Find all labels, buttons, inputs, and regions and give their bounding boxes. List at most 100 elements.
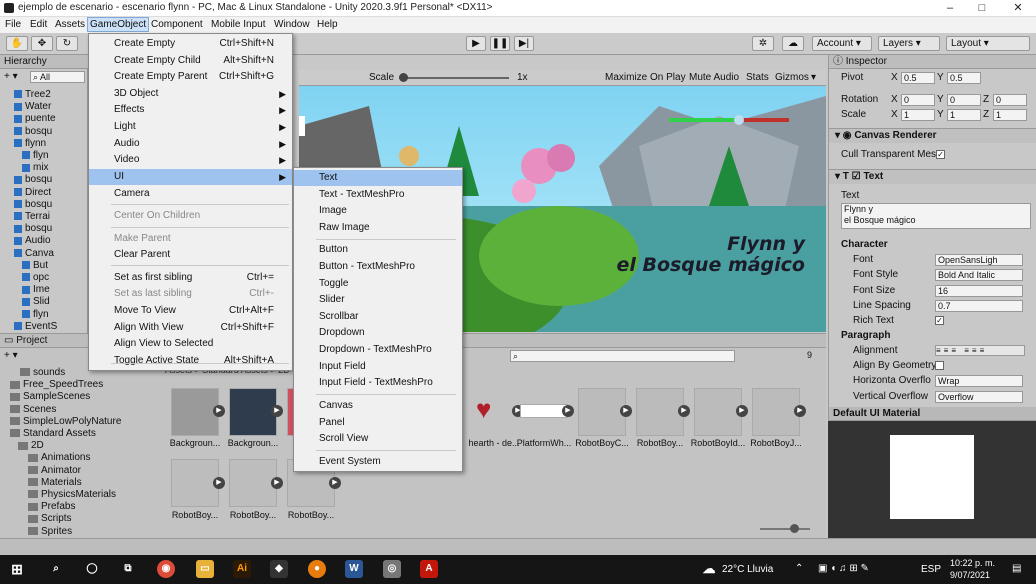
menu-item[interactable]: Effects ▶ xyxy=(89,102,292,118)
ui-menu-item[interactable]: Input Field - TextMeshPro xyxy=(294,375,462,391)
inspector-tab[interactable]: ⓘ Inspector xyxy=(829,55,1036,69)
ui-menu-item[interactable]: Button xyxy=(294,242,462,258)
clock-date[interactable]: 9/07/2021 xyxy=(950,570,990,580)
alignbygeom-checkbox[interactable] xyxy=(935,361,944,370)
cull-checkbox[interactable]: ✓ xyxy=(936,150,945,159)
hand-tool-icon[interactable]: ✋ xyxy=(6,36,28,51)
tray-chevron-icon[interactable]: ⌃ xyxy=(795,563,803,574)
gizmos-toggle[interactable]: Gizmos xyxy=(775,72,809,83)
project-tree-item[interactable]: PhysicsMaterials xyxy=(28,489,116,501)
ui-menu-item[interactable]: Raw Image xyxy=(294,220,462,236)
pivot-x-field[interactable]: 0.5 xyxy=(901,72,935,84)
menu-item[interactable]: Center On Children xyxy=(89,208,292,224)
play-icon[interactable]: ▶ xyxy=(466,36,486,51)
scale-slider-handle[interactable] xyxy=(399,73,408,82)
hierarchy-item[interactable]: puente xyxy=(0,113,88,125)
zoom-slider-handle[interactable] xyxy=(790,524,799,533)
menu-item[interactable]: Create Empty Child Alt+Shift+N xyxy=(89,53,292,69)
project-tree-item[interactable]: SampleScenes xyxy=(10,391,90,403)
language-indicator[interactable]: ESP xyxy=(921,564,941,575)
maximize-button[interactable]: □ xyxy=(972,1,992,15)
layers-dropdown[interactable]: Layers ▾ xyxy=(878,36,940,51)
gizmos-dropdown-icon[interactable]: ▾ xyxy=(811,72,816,83)
menu-item[interactable]: UI ▶ xyxy=(89,169,292,185)
hierarchy-item[interactable]: Ime xyxy=(0,284,88,296)
menu-gameobject[interactable]: GameObject xyxy=(87,17,150,32)
word-icon[interactable]: W xyxy=(345,560,363,578)
ui-menu-item[interactable]: Toggle xyxy=(294,276,462,292)
hierarchy-item[interactable]: flyn xyxy=(0,309,88,321)
weather-text[interactable]: 22°C Lluvia xyxy=(722,564,773,575)
windows-start-icon[interactable]: ⊞ xyxy=(8,560,26,578)
ui-menu-item[interactable]: Button - TextMeshPro xyxy=(294,259,462,275)
hierarchy-tab[interactable]: Hierarchy xyxy=(0,55,88,69)
hierarchy-item[interactable]: mix xyxy=(0,162,88,174)
project-tree-item[interactable]: Free_SpeedTrees xyxy=(10,379,103,391)
scale-x-field[interactable]: 1 xyxy=(901,109,935,121)
hierarchy-item[interactable]: opc xyxy=(0,272,88,284)
linespacing-field[interactable]: 0.7 xyxy=(935,300,1023,312)
project-tree-item[interactable]: Prefabs xyxy=(28,501,75,513)
hierarchy-item[interactable]: bosqu xyxy=(0,126,88,138)
hierarchy-item[interactable]: bosqu xyxy=(0,199,88,211)
ui-menu-item[interactable]: Dropdown xyxy=(294,325,462,341)
ui-menu-item[interactable]: Text xyxy=(294,170,462,186)
weather-icon[interactable]: ☁ xyxy=(700,560,718,578)
hierarchy-item[interactable]: Slid xyxy=(0,296,88,308)
menu-item[interactable]: Set as last sibling Ctrl+- xyxy=(89,286,292,302)
asset-thumbnail[interactable] xyxy=(171,388,219,436)
hierarchy-item[interactable]: bosqu xyxy=(0,223,88,235)
asset-thumbnail[interactable] xyxy=(171,459,219,507)
menu-component[interactable]: Component xyxy=(151,19,203,30)
menu-item[interactable]: Align View to Selected xyxy=(89,336,292,352)
ui-menu-item[interactable]: Image xyxy=(294,203,462,219)
menu-item[interactable]: Camera xyxy=(89,186,292,202)
project-tree-item[interactable]: 2D xyxy=(18,440,44,452)
horiz-overflow-dropdown[interactable]: Wrap xyxy=(935,375,1023,387)
project-tree-item[interactable]: SimpleLowPolyNature xyxy=(10,416,121,428)
expand-play-icon[interactable]: ▶ xyxy=(562,405,574,417)
mute-audio-toggle[interactable]: Mute Audio xyxy=(689,72,739,83)
asset-thumbnail[interactable] xyxy=(694,388,742,436)
menu-item[interactable]: Create Empty Parent Ctrl+Shift+G xyxy=(89,69,292,85)
expand-play-icon[interactable]: ▶ xyxy=(794,405,806,417)
menu-item[interactable]: Create Empty Ctrl+Shift+N xyxy=(89,36,292,52)
acrobat-icon[interactable]: A xyxy=(420,560,438,578)
step-icon[interactable]: ▶| xyxy=(514,36,534,51)
pivot-y-field[interactable]: 0.5 xyxy=(947,72,981,84)
chrome-icon[interactable]: ◉ xyxy=(157,560,175,578)
hierarchy-item[interactable]: bosqu xyxy=(0,174,88,186)
asset-thumbnail[interactable] xyxy=(636,388,684,436)
menu-item[interactable]: Toggle Active State Alt+Shift+A xyxy=(89,353,292,369)
hierarchy-item[interactable]: Tree2 xyxy=(0,89,88,101)
account-dropdown[interactable]: Account ▾ xyxy=(812,36,872,51)
tray-icons[interactable]: ▣ ◖ ♫ ⊞ ✎ xyxy=(818,563,869,574)
scale-slider[interactable] xyxy=(399,77,509,79)
vert-overflow-dropdown[interactable]: Overflow xyxy=(935,391,1023,403)
clock-time[interactable]: 10:22 p. m. xyxy=(950,558,995,568)
expand-play-icon[interactable]: ▶ xyxy=(213,405,225,417)
menu-mobile-input[interactable]: Mobile Input xyxy=(211,19,265,30)
expand-play-icon[interactable]: ▶ xyxy=(271,477,283,489)
hierarchy-item[interactable]: flyn xyxy=(0,150,88,162)
alignment-buttons[interactable]: ≡≡≡ ≡≡≡ xyxy=(935,345,1025,356)
hierarchy-item[interactable]: flynn xyxy=(0,138,88,150)
blender-icon[interactable]: ● xyxy=(308,560,326,578)
text-component-header[interactable]: ▾ T ☑ Text xyxy=(829,169,1036,184)
fontsize-field[interactable]: 16 xyxy=(935,285,1023,297)
menu-item[interactable]: Clear Parent xyxy=(89,247,292,263)
cortana-icon[interactable]: ◯ xyxy=(83,560,101,578)
ui-menu-item[interactable]: Scrollbar xyxy=(294,309,462,325)
expand-play-icon[interactable]: ▶ xyxy=(678,405,690,417)
layout-dropdown[interactable]: Layout ▾ xyxy=(946,36,1030,51)
expand-play-icon[interactable]: ▶ xyxy=(213,477,225,489)
pause-icon[interactable]: ❚❚ xyxy=(490,36,510,51)
menu-help[interactable]: Help xyxy=(317,19,338,30)
hierarchy-item[interactable]: Audio xyxy=(0,235,88,247)
expand-play-icon[interactable]: ▶ xyxy=(329,477,341,489)
close-button[interactable]: ✕ xyxy=(1008,1,1028,15)
app-icon[interactable]: ◎ xyxy=(383,560,401,578)
asset-thumbnail[interactable] xyxy=(752,388,800,436)
hierarchy-item[interactable]: But xyxy=(0,260,88,272)
menu-item[interactable]: Audio ▶ xyxy=(89,136,292,152)
